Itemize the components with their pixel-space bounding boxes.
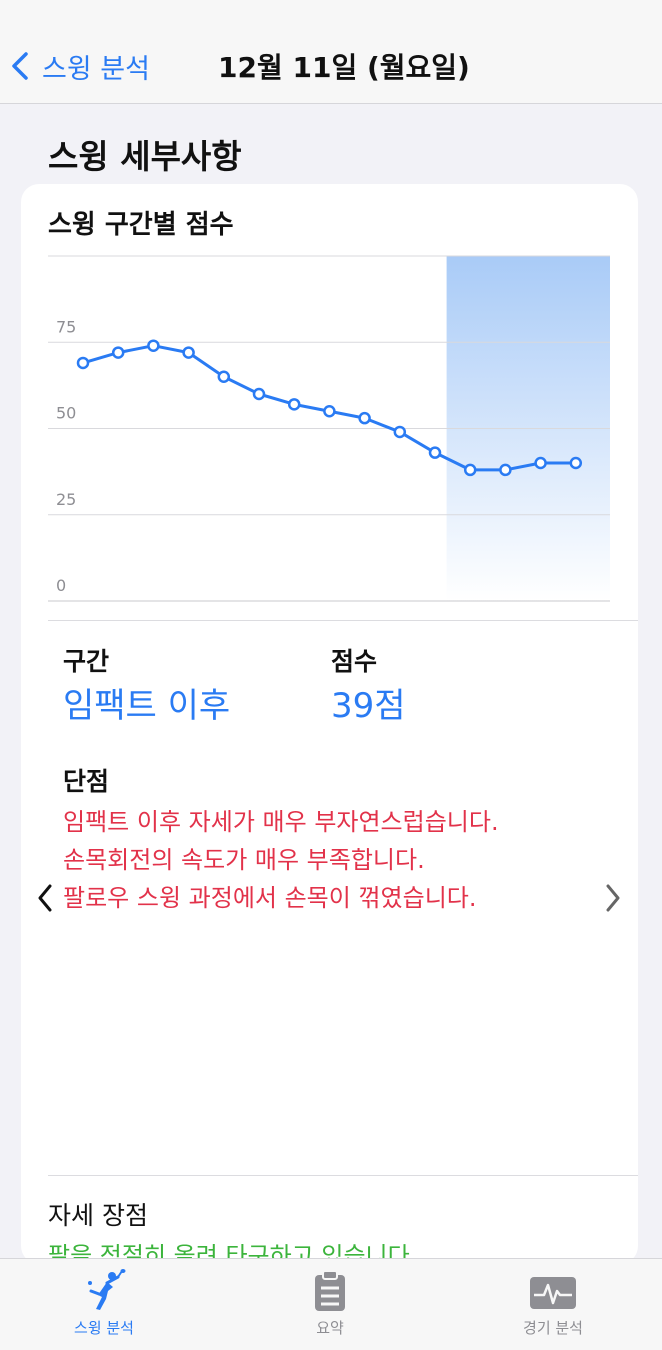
clipboard-icon xyxy=(315,1270,345,1311)
navigation-bar: 스윙 분석 12월 11일 (월요일) xyxy=(0,0,662,104)
data-point xyxy=(323,405,336,418)
strengths-divider xyxy=(48,1175,638,1176)
segment-score-chart[interactable]: 0 25 50 75 xyxy=(21,184,638,624)
chevron-left-icon xyxy=(12,52,28,80)
data-point xyxy=(428,446,442,459)
data-point xyxy=(393,425,407,439)
strengths-label: 자세 장점 xyxy=(48,1201,148,1230)
tab-match-analysis[interactable]: 경기 분석 xyxy=(483,1259,623,1350)
tab-summary[interactable]: 요약 xyxy=(260,1259,400,1350)
data-point xyxy=(463,463,477,477)
tab-label: 요약 xyxy=(316,1319,344,1337)
tab-swing-analysis[interactable]: 스윙 분석 xyxy=(34,1259,174,1350)
y-tick-label: 25 xyxy=(56,490,76,509)
segment-label: 구간 xyxy=(63,647,110,676)
data-point xyxy=(534,456,547,470)
tab-label: 경기 분석 xyxy=(523,1319,583,1337)
back-label: 스윙 분석 xyxy=(42,53,150,85)
badminton-player-icon xyxy=(88,1269,126,1310)
score-value: 39점 xyxy=(331,686,406,726)
fault-item: 손목회전의 속도가 매우 부족합니다. xyxy=(63,846,425,874)
data-point xyxy=(358,411,371,425)
data-point xyxy=(287,398,301,411)
tab-label: 스윙 분석 xyxy=(74,1319,134,1337)
tab-bar: 스윙 분석 요약 경기 분석 xyxy=(0,1258,662,1350)
back-button[interactable]: 스윙 분석 xyxy=(8,44,150,88)
data-point xyxy=(499,463,512,477)
y-tick-label: 75 xyxy=(56,317,76,336)
y-tick-label: 50 xyxy=(56,404,76,423)
data-point xyxy=(569,456,583,470)
section-title: 스윙 세부사항 xyxy=(48,137,242,176)
swing-detail-card: 스윙 구간별 점수 0 25 50 75 구간 임팩트 이후 점수 39점 단점 임팩… xyxy=(21,184,638,1270)
data-point xyxy=(76,356,90,370)
nav-title: 12월 11일 (월요일) xyxy=(218,51,470,84)
waveform-monitor-icon xyxy=(530,1277,576,1309)
fault-item: 팔로우 스윙 과정에서 손목이 꺾였습니다. xyxy=(63,884,477,912)
faults-label: 단점 xyxy=(63,767,110,796)
y-tick-label: 0 xyxy=(56,576,66,595)
fault-item: 임팩트 이후 자세가 매우 부자연스럽습니다. xyxy=(63,808,499,836)
next-segment-arrow[interactable] xyxy=(601,881,625,915)
segment-value: 임팩트 이후 xyxy=(63,686,231,726)
score-label: 점수 xyxy=(331,647,378,676)
data-point xyxy=(252,387,266,401)
data-point xyxy=(217,370,231,383)
data-point xyxy=(182,346,195,359)
data-point xyxy=(111,346,125,359)
data-point xyxy=(147,339,160,352)
previous-segment-arrow[interactable] xyxy=(33,881,57,915)
chart-divider xyxy=(48,620,638,621)
